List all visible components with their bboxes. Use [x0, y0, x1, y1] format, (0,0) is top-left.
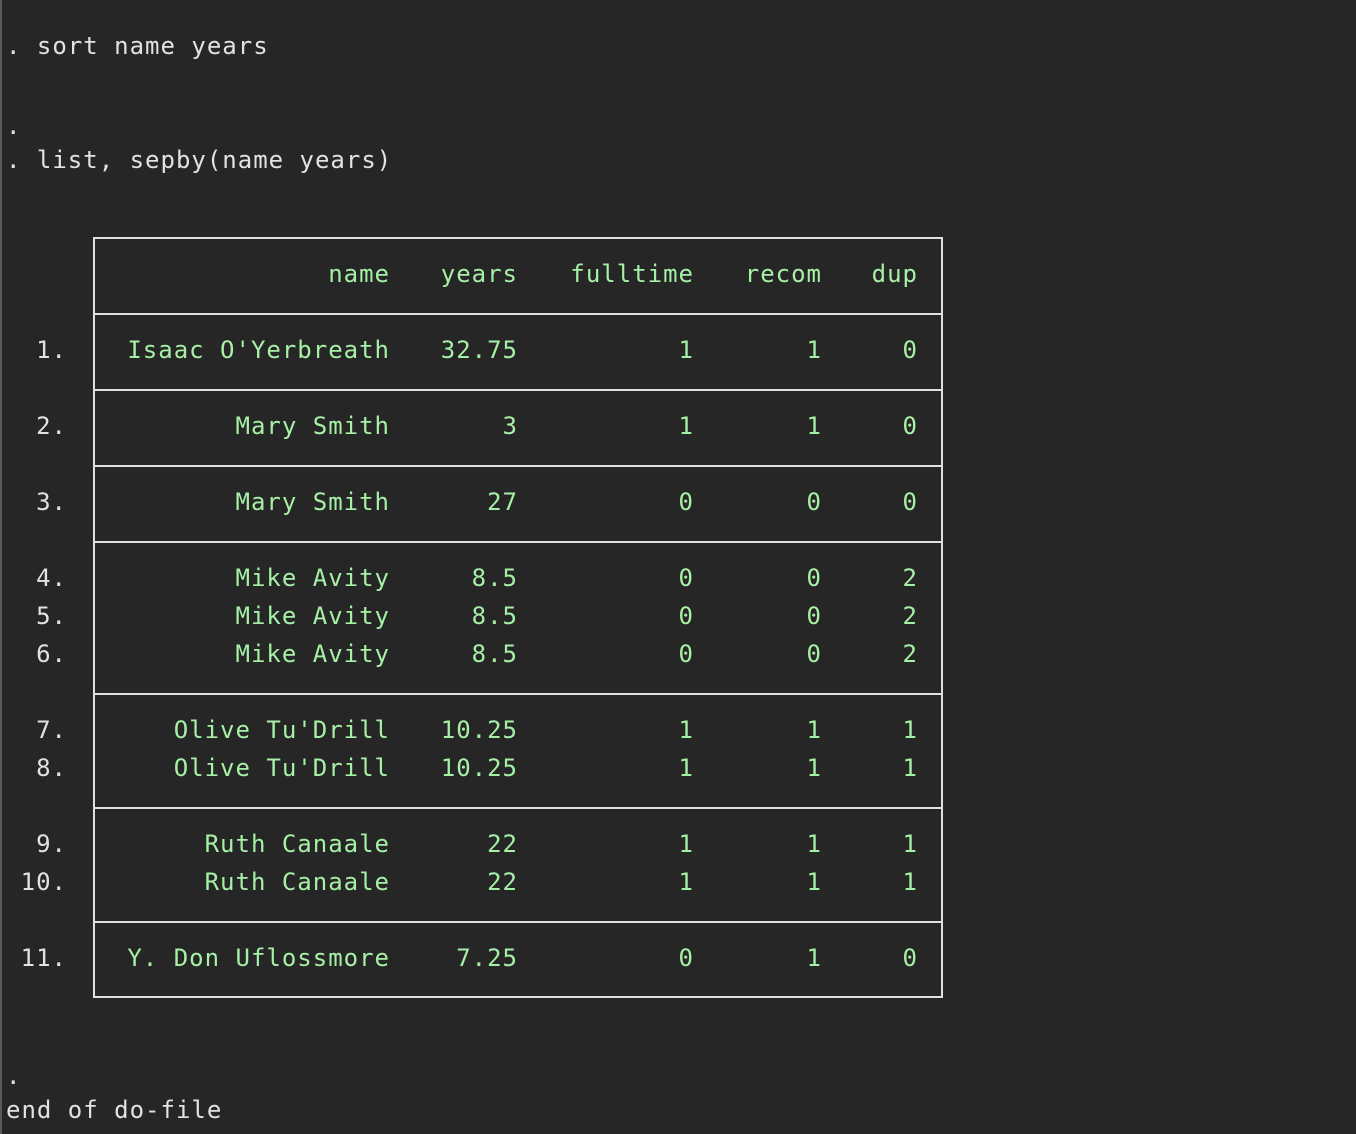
cell-dup: 0: [902, 412, 918, 440]
cell-fulltime: 0: [678, 640, 694, 668]
header-fulltime: fulltime: [570, 260, 694, 288]
obs-number: 2.: [36, 412, 67, 440]
cell-dup: 1: [902, 868, 918, 896]
header-years: years: [440, 260, 518, 288]
cell-fulltime: 0: [678, 602, 694, 630]
cell-fulltime: 0: [678, 564, 694, 592]
cell-dup: 1: [902, 754, 918, 782]
group-separator: [93, 693, 943, 695]
cell-name: Olive Tu'Drill: [173, 754, 390, 782]
obs-number: 9.: [36, 830, 67, 858]
cell-recom: 0: [806, 488, 822, 516]
cell-fulltime: 0: [678, 944, 694, 972]
command-prompt-dot: .: [6, 1062, 22, 1090]
command-list: . list, sepby(name years): [6, 146, 393, 174]
cell-recom: 0: [806, 640, 822, 668]
cell-dup: 2: [902, 602, 918, 630]
cell-years: 27: [487, 488, 518, 516]
cell-fulltime: 1: [678, 412, 694, 440]
cell-dup: 2: [902, 564, 918, 592]
obs-number: 5.: [36, 602, 67, 630]
cell-years: 8.5: [471, 602, 518, 630]
cell-recom: 1: [806, 412, 822, 440]
cell-years: 8.5: [471, 640, 518, 668]
cell-fulltime: 1: [678, 830, 694, 858]
cell-name: Mary Smith: [235, 488, 390, 516]
cell-recom: 1: [806, 754, 822, 782]
cell-name: Y. Don Uflossmore: [127, 944, 390, 972]
obs-number: 4.: [36, 564, 67, 592]
header-dup: dup: [871, 260, 918, 288]
cell-name: Mike Avity: [235, 564, 390, 592]
cell-dup: 2: [902, 640, 918, 668]
cell-years: 32.75: [440, 336, 518, 364]
cell-years: 7.25: [456, 944, 518, 972]
cell-name: Mike Avity: [235, 602, 390, 630]
cell-years: 22: [487, 868, 518, 896]
cell-dup: 1: [902, 830, 918, 858]
cell-recom: 1: [806, 716, 822, 744]
header-separator: [93, 313, 943, 315]
header-recom: recom: [744, 260, 822, 288]
obs-number: 3.: [36, 488, 67, 516]
cell-years: 22: [487, 830, 518, 858]
cell-dup: 1: [902, 716, 918, 744]
command-prompt-dot: .: [6, 112, 22, 140]
cell-dup: 0: [902, 488, 918, 516]
cell-years: 8.5: [471, 564, 518, 592]
cell-dup: 0: [902, 336, 918, 364]
cell-fulltime: 0: [678, 488, 694, 516]
cell-recom: 0: [806, 564, 822, 592]
cell-recom: 1: [806, 868, 822, 896]
obs-number: 7.: [36, 716, 67, 744]
obs-number: 11.: [20, 944, 67, 972]
cell-years: 10.25: [440, 716, 518, 744]
cell-fulltime: 1: [678, 336, 694, 364]
command-sort: . sort name years: [6, 32, 269, 60]
cell-dup: 0: [902, 944, 918, 972]
cell-fulltime: 1: [678, 754, 694, 782]
obs-number: 10.: [20, 868, 67, 896]
cell-years: 3: [502, 412, 518, 440]
end-of-dofile-text: end of do-file: [6, 1096, 223, 1124]
cell-name: Ruth Canaale: [204, 868, 390, 896]
cell-years: 10.25: [440, 754, 518, 782]
cell-name: Ruth Canaale: [204, 830, 390, 858]
group-separator: [93, 807, 943, 809]
cell-recom: 0: [806, 602, 822, 630]
group-separator: [93, 389, 943, 391]
obs-number: 6.: [36, 640, 67, 668]
window-left-edge: [0, 0, 2, 1134]
group-separator: [93, 465, 943, 467]
cell-recom: 1: [806, 336, 822, 364]
cell-name: Olive Tu'Drill: [173, 716, 390, 744]
cell-fulltime: 1: [678, 716, 694, 744]
group-separator: [93, 541, 943, 543]
cell-recom: 1: [806, 944, 822, 972]
cell-name: Isaac O'Yerbreath: [127, 336, 390, 364]
group-separator: [93, 921, 943, 923]
obs-number: 8.: [36, 754, 67, 782]
cell-name: Mike Avity: [235, 640, 390, 668]
cell-fulltime: 1: [678, 868, 694, 896]
obs-number: 1.: [36, 336, 67, 364]
header-name: name: [328, 260, 390, 288]
cell-recom: 1: [806, 830, 822, 858]
cell-name: Mary Smith: [235, 412, 390, 440]
